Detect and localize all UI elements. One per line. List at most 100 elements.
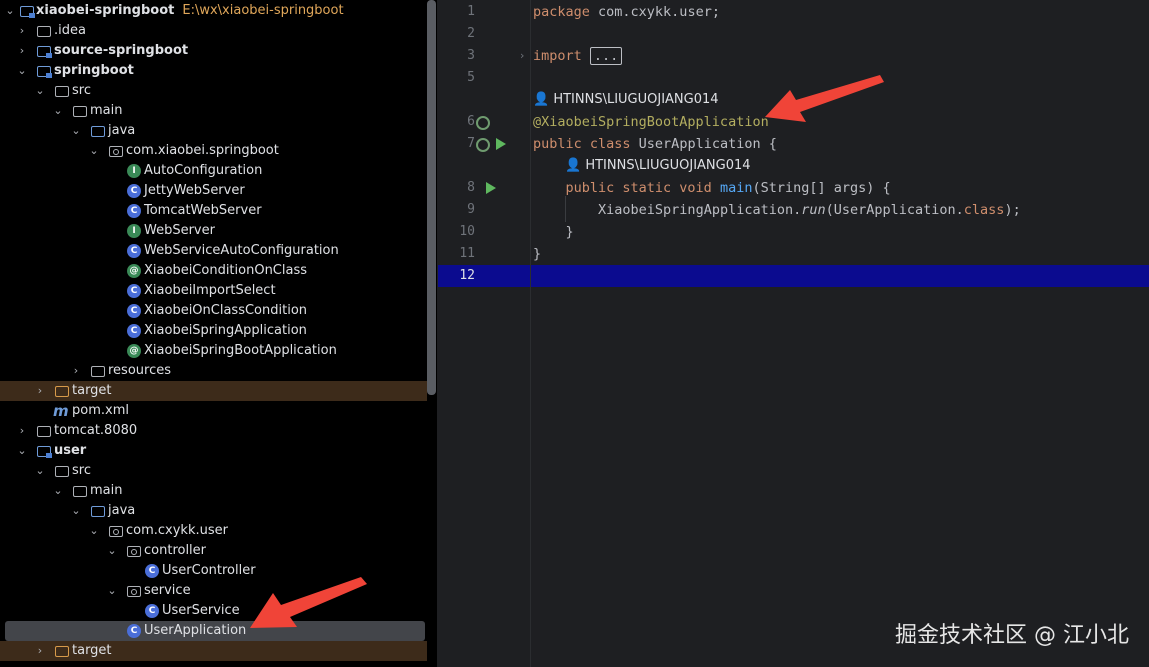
tree-row-class[interactable]: @ XiaobeiSpringBootApplication <box>0 341 427 361</box>
tree-row-class[interactable]: @ XiaobeiConditionOnClass <box>0 261 427 281</box>
tree-row-springboot[interactable]: ⌄ springboot <box>0 61 427 81</box>
chevron-down-icon[interactable]: ⌄ <box>106 541 118 561</box>
chevron-right-icon[interactable]: › <box>16 21 28 41</box>
tree-row-class[interactable]: C XiaobeiOnClassCondition <box>0 301 427 321</box>
keyword: import <box>533 48 582 64</box>
interface-icon: I <box>127 164 141 178</box>
tree-row-class[interactable]: I AutoConfiguration <box>0 161 427 181</box>
tree-label: WebServiceAutoConfiguration <box>144 243 339 258</box>
chevron-right-icon[interactable]: › <box>70 361 82 381</box>
package-icon <box>109 526 123 537</box>
package-icon <box>127 586 141 597</box>
chevron-down-icon[interactable]: ⌄ <box>52 481 64 501</box>
tree-row-src[interactable]: ⌄ src <box>0 461 427 481</box>
tree-row-target[interactable]: › target <box>0 381 427 401</box>
tree-row-resources[interactable]: › resources <box>0 361 427 381</box>
tree-row-package[interactable]: ⌄ com.xiaobei.springboot <box>0 141 427 161</box>
package-icon <box>127 546 141 557</box>
chevron-down-icon[interactable]: ⌄ <box>16 441 28 461</box>
tree-label: controller <box>144 543 207 558</box>
tree-row-class[interactable]: I WebServer <box>0 221 427 241</box>
tree-label: resources <box>108 363 172 378</box>
line-number: 10 <box>459 224 475 239</box>
keyword: package <box>533 4 590 20</box>
line-number: 8 <box>467 180 475 195</box>
folder-icon <box>73 106 87 117</box>
tree-row-class[interactable]: C JettyWebServer <box>0 181 427 201</box>
line-number: 6 <box>467 114 475 129</box>
chevron-down-icon[interactable]: ⌄ <box>34 461 46 481</box>
author-hint[interactable]: 👤 HTINNS\LIUGUOJIANG014 <box>565 155 751 177</box>
class-icon: C <box>127 244 141 258</box>
line-number: 3 <box>467 48 475 63</box>
tree-row-class[interactable]: C XiaobeiSpringApplication <box>0 321 427 341</box>
chevron-right-icon[interactable]: › <box>34 641 46 661</box>
tree-row-idea[interactable]: › .idea <box>0 21 427 41</box>
tree-label: XiaobeiOnClassCondition <box>144 303 308 318</box>
tree-row-class[interactable]: C XiaobeiImportSelect <box>0 281 427 301</box>
folded-imports[interactable]: ... <box>589 47 623 65</box>
run-icon[interactable] <box>486 182 496 194</box>
tree-row-java[interactable]: ⌄ java <box>0 121 427 141</box>
tree-label: UserService <box>162 603 240 618</box>
tree-row-class[interactable]: C WebServiceAutoConfiguration <box>0 241 427 261</box>
chevron-down-icon[interactable]: ⌄ <box>52 101 64 121</box>
tree-row-pom[interactable]: m pom.xml <box>0 401 427 421</box>
tree-row-controller[interactable]: ⌄ controller <box>0 541 427 561</box>
tree-row-src[interactable]: ⌄ src <box>0 81 427 101</box>
author-name: HTINNS\LIUGUOJIANG014 <box>585 158 751 173</box>
tree-row-tomcat[interactable]: › tomcat.8080 <box>0 421 427 441</box>
chevron-down-icon[interactable]: ⌄ <box>88 521 100 541</box>
module-folder-icon <box>20 6 35 18</box>
tree-row-source-springboot[interactable]: › source-springboot <box>0 41 427 61</box>
chevron-down-icon[interactable]: ⌄ <box>70 121 82 141</box>
tree-label: com.xiaobei.springboot <box>126 143 279 158</box>
tree-row-main[interactable]: ⌄ main <box>0 481 427 501</box>
tree-scrollbar[interactable] <box>427 0 436 395</box>
module-folder-icon <box>37 46 52 58</box>
tree-row-class[interactable]: C TomcatWebServer <box>0 201 427 221</box>
code-text: ); <box>1004 202 1021 218</box>
tree-row-main[interactable]: ⌄ main <box>0 101 427 121</box>
tree-label: src <box>72 83 91 98</box>
tree-row-root[interactable]: ⌄ xiaobei-springboot E:\wx\xiaobei-spring… <box>0 1 427 21</box>
chevron-down-icon[interactable]: ⌄ <box>4 1 16 21</box>
tree-label: target <box>72 643 112 658</box>
folder-icon <box>55 86 69 97</box>
author-hint[interactable]: 👤 HTINNS\LIUGUOJIANG014 <box>533 89 719 111</box>
tree-row-target[interactable]: › target <box>0 641 427 661</box>
chevron-down-icon[interactable]: ⌄ <box>106 581 118 601</box>
code-line-6: @XiaobeiSpringBootApplication <box>533 111 769 133</box>
interface-icon: I <box>127 224 141 238</box>
tree-label: XiaobeiSpringApplication <box>144 323 307 338</box>
chevron-down-icon[interactable]: ⌄ <box>16 61 28 81</box>
chevron-right-icon[interactable]: › <box>16 41 28 61</box>
fold-chevron-icon[interactable]: › <box>520 49 524 62</box>
chevron-down-icon[interactable]: ⌄ <box>70 501 82 521</box>
method-name: main <box>719 180 753 196</box>
maven-icon: m <box>53 402 69 420</box>
class-icon: C <box>127 284 141 298</box>
class-icon: C <box>127 324 141 338</box>
tree-row-package[interactable]: ⌄ com.cxykk.user <box>0 521 427 541</box>
folder-icon <box>55 466 69 477</box>
code-line-10: } <box>533 221 574 243</box>
run-icon[interactable] <box>496 138 506 150</box>
chevron-right-icon[interactable]: › <box>16 421 28 441</box>
spring-bean-icon[interactable] <box>476 138 490 152</box>
tree-label: service <box>144 583 191 598</box>
class-icon: C <box>127 184 141 198</box>
tree-row-java[interactable]: ⌄ java <box>0 501 427 521</box>
annotation: @XiaobeiSpringBootApplication <box>533 114 769 130</box>
indent-guide <box>565 196 566 222</box>
chevron-right-icon[interactable]: › <box>34 381 46 401</box>
line-number: 7 <box>467 136 475 151</box>
source-folder-icon <box>91 506 105 517</box>
tree-label: JettyWebServer <box>144 183 245 198</box>
chevron-down-icon[interactable]: ⌄ <box>34 81 46 101</box>
class-icon: C <box>145 604 159 618</box>
spring-bean-icon[interactable] <box>476 116 490 130</box>
chevron-down-icon[interactable]: ⌄ <box>88 141 100 161</box>
code-text: (UserApplication. <box>825 202 964 218</box>
tree-row-user[interactable]: ⌄ user <box>0 441 427 461</box>
